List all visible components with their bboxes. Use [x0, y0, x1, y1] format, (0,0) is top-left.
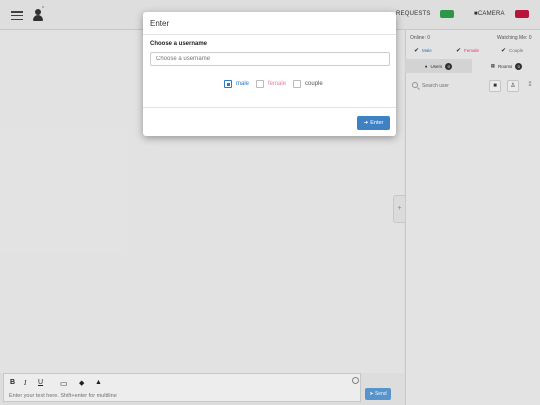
enter-button[interactable]: ➜ Enter: [357, 116, 390, 130]
female-label: female: [268, 81, 287, 87]
couple-checkbox[interactable]: [293, 80, 302, 88]
username-label: Choose a username: [150, 41, 208, 47]
dialog-body: Choose a username male female couple: [143, 35, 396, 108]
male-checkbox[interactable]: [224, 80, 232, 88]
username-input[interactable]: [150, 52, 390, 66]
male-label: male: [236, 81, 250, 87]
enter-button-label: Enter: [370, 120, 384, 126]
sign-in-icon: ➜: [363, 120, 369, 126]
gender-options: male female couple: [224, 80, 323, 88]
female-checkbox[interactable]: [256, 80, 265, 88]
couple-label: couple: [305, 81, 323, 87]
dialog-title: Enter: [143, 12, 396, 35]
